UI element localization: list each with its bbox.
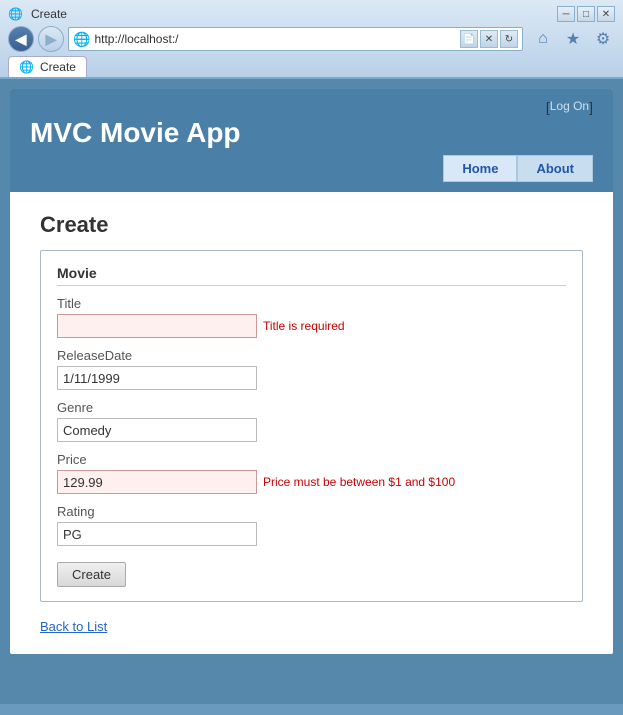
browser-icons: ⌂ ★ ⚙ bbox=[531, 27, 615, 51]
price-label: Price bbox=[57, 452, 566, 467]
forward-button[interactable]: ▶ bbox=[38, 26, 64, 52]
price-input[interactable] bbox=[57, 470, 257, 494]
rating-input-row bbox=[57, 522, 566, 546]
active-tab[interactable]: 🌐 Create bbox=[8, 56, 87, 77]
release-date-label: ReleaseDate bbox=[57, 348, 566, 363]
browser-title: Create bbox=[31, 7, 67, 21]
address-favicon: 🌐 bbox=[73, 31, 90, 48]
release-date-input-row bbox=[57, 366, 566, 390]
nav-about[interactable]: About bbox=[517, 155, 593, 182]
title-label: Title bbox=[57, 296, 566, 311]
nav-bar: Home About bbox=[30, 155, 593, 182]
back-button[interactable]: ◀ bbox=[8, 26, 34, 52]
browser-titlebar: 🌐 Create ─ □ ✕ bbox=[8, 6, 615, 22]
site-header: [ Log On ] MVC Movie App Home About bbox=[10, 89, 613, 192]
release-date-group: ReleaseDate bbox=[57, 348, 566, 390]
genre-label: Genre bbox=[57, 400, 566, 415]
rating-label: Rating bbox=[57, 504, 566, 519]
create-button[interactable]: Create bbox=[57, 562, 126, 587]
movie-form-section: Movie Title Title is required ReleaseDat… bbox=[40, 250, 583, 602]
price-group: Price Price must be between $1 and $100 bbox=[57, 452, 566, 494]
titlebar-controls: ─ □ ✕ bbox=[557, 6, 615, 22]
back-to-list-link[interactable]: Back to List bbox=[40, 619, 107, 634]
form-legend: Movie bbox=[57, 265, 566, 286]
site-title: MVC Movie App bbox=[30, 117, 593, 149]
title-group: Title Title is required bbox=[57, 296, 566, 338]
address-refresh-btn[interactable]: ↻ bbox=[500, 30, 518, 48]
restore-button[interactable]: □ bbox=[577, 6, 595, 22]
title-error: Title is required bbox=[263, 319, 345, 333]
genre-input[interactable] bbox=[57, 418, 257, 442]
address-actions: 📄 ✕ ↻ bbox=[460, 30, 518, 48]
browser-toolbar: ◀ ▶ 🌐 📄 ✕ ↻ ⌂ ★ ⚙ bbox=[8, 26, 615, 52]
title-input-row: Title is required bbox=[57, 314, 566, 338]
tab-title: Create bbox=[40, 60, 76, 74]
release-date-input[interactable] bbox=[57, 366, 257, 390]
page-wrapper: [ Log On ] MVC Movie App Home About Crea… bbox=[0, 79, 623, 704]
main-area: Create Movie Title Title is required Rel… bbox=[10, 192, 613, 654]
address-input[interactable] bbox=[94, 32, 460, 46]
tab-favicon-icon: 🌐 bbox=[19, 60, 34, 74]
rating-group: Rating bbox=[57, 504, 566, 546]
address-clear-btn[interactable]: ✕ bbox=[480, 30, 498, 48]
home-icon[interactable]: ⌂ bbox=[531, 27, 555, 51]
browser-chrome: 🌐 Create ─ □ ✕ ◀ ▶ 🌐 📄 ✕ ↻ ⌂ ★ ⚙ � bbox=[0, 0, 623, 79]
genre-input-row bbox=[57, 418, 566, 442]
rating-input[interactable] bbox=[57, 522, 257, 546]
nav-home[interactable]: Home bbox=[443, 155, 517, 182]
genre-group: Genre bbox=[57, 400, 566, 442]
tab-favicon: 🌐 bbox=[8, 7, 23, 21]
price-error: Price must be between $1 and $100 bbox=[263, 475, 455, 489]
header-top: [ Log On ] bbox=[30, 99, 593, 115]
price-input-row: Price must be between $1 and $100 bbox=[57, 470, 566, 494]
title-input[interactable] bbox=[57, 314, 257, 338]
favorites-icon[interactable]: ★ bbox=[561, 27, 585, 51]
close-button[interactable]: ✕ bbox=[597, 6, 615, 22]
logon-link[interactable]: Log On bbox=[550, 99, 589, 115]
logon-bracket-close: ] bbox=[589, 99, 593, 115]
address-bar-container: 🌐 📄 ✕ ↻ bbox=[68, 27, 523, 51]
address-compat-btn[interactable]: 📄 bbox=[460, 30, 478, 48]
page-content: [ Log On ] MVC Movie App Home About Crea… bbox=[10, 89, 613, 654]
tab-bar: 🌐 Create bbox=[8, 56, 615, 77]
page-heading: Create bbox=[40, 212, 583, 238]
minimize-button[interactable]: ─ bbox=[557, 6, 575, 22]
settings-icon[interactable]: ⚙ bbox=[591, 27, 615, 51]
